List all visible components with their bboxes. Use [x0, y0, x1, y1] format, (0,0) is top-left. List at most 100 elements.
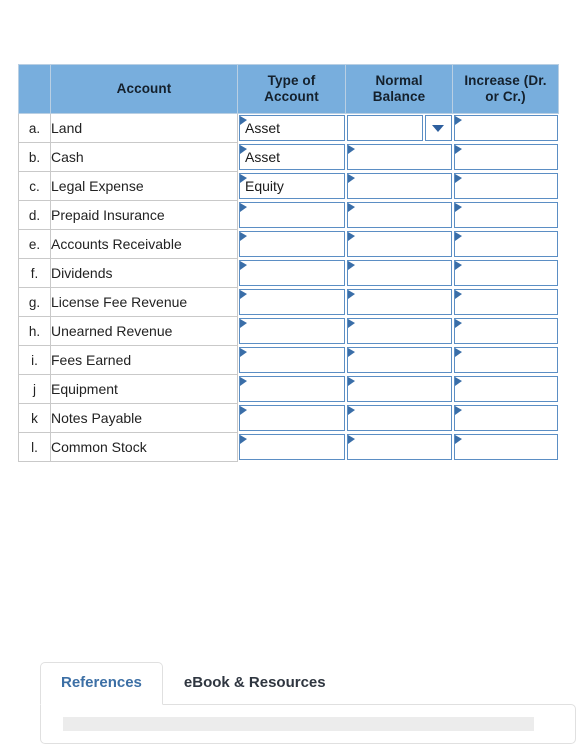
type-of-account-select[interactable]	[239, 202, 345, 228]
normal-balance-select[interactable]	[346, 289, 452, 315]
type-of-account-select[interactable]	[239, 347, 345, 373]
normal-balance-select[interactable]	[346, 347, 452, 373]
table-row: k Notes Payable	[18, 403, 559, 433]
normal-balance-cell	[346, 172, 453, 201]
type-of-account-select[interactable]: Asset	[239, 115, 345, 142]
normal-balance-cell	[346, 317, 453, 346]
increase-dr-cr-cell	[453, 346, 559, 375]
normal-balance-cell	[346, 114, 453, 143]
account-name-cell: Unearned Revenue	[50, 316, 238, 346]
normal-balance-select[interactable]	[346, 144, 452, 170]
row-label: a.	[18, 113, 51, 143]
header-line-2: Balance	[372, 89, 426, 104]
type-of-account-select[interactable]	[239, 318, 345, 344]
increase-dr-cr-select[interactable]	[453, 376, 558, 402]
header-cell-increase: Increase (Dr. or Cr.)	[452, 64, 559, 114]
account-name-cell: Accounts Receivable	[50, 229, 238, 259]
type-of-account-cell	[238, 404, 346, 433]
account-name-cell: Equipment	[50, 374, 238, 404]
normal-balance-select[interactable]	[346, 231, 452, 257]
normal-balance-select[interactable]	[346, 318, 452, 344]
increase-dr-cr-select[interactable]	[453, 405, 558, 431]
table-row: g. License Fee Revenue	[18, 287, 559, 317]
table-row: e. Accounts Receivable	[18, 229, 559, 259]
increase-dr-cr-select[interactable]	[453, 115, 558, 142]
header-line-1: Increase (Dr.	[464, 73, 547, 89]
increase-dr-cr-select[interactable]	[453, 144, 558, 170]
account-name-cell: Prepaid Insurance	[50, 200, 238, 230]
table-row: j Equipment	[18, 374, 559, 404]
tab-references[interactable]: References	[40, 662, 163, 705]
type-of-account-select[interactable]: Asset	[239, 144, 345, 170]
normal-balance-select[interactable]	[346, 115, 452, 142]
header-line-1: Type of	[267, 73, 316, 89]
increase-dr-cr-select[interactable]	[453, 318, 558, 344]
type-of-account-cell	[238, 375, 346, 404]
normal-balance-cell	[346, 143, 453, 172]
header-line-2: or Cr.)	[485, 89, 526, 104]
caret-glyph	[432, 124, 444, 132]
table-row: l. Common Stock	[18, 432, 559, 462]
type-of-account-select[interactable]	[239, 231, 345, 257]
type-of-account-cell	[238, 259, 346, 288]
type-of-account-value: Asset	[245, 149, 281, 165]
chevron-down-icon[interactable]	[424, 115, 452, 142]
type-of-account-select[interactable]	[239, 260, 345, 286]
row-label: j	[18, 374, 51, 404]
increase-dr-cr-select[interactable]	[453, 289, 558, 315]
normal-balance-select[interactable]	[346, 260, 452, 286]
normal-balance-select[interactable]	[346, 434, 452, 460]
increase-dr-cr-select[interactable]	[453, 434, 558, 460]
type-of-account-value: Asset	[245, 120, 281, 137]
row-label: c.	[18, 171, 51, 201]
type-of-account-cell	[238, 346, 346, 375]
normal-balance-select[interactable]	[346, 405, 452, 431]
type-of-account-select[interactable]	[239, 289, 345, 315]
increase-dr-cr-select[interactable]	[453, 260, 558, 286]
increase-dr-cr-cell	[453, 143, 559, 172]
header-row: Account Type of Account Normal Balance I…	[18, 64, 559, 114]
type-of-account-cell	[238, 230, 346, 259]
normal-balance-select[interactable]	[346, 376, 452, 402]
table-row: i. Fees Earned	[18, 345, 559, 375]
header-cell-account: Account	[50, 64, 238, 114]
increase-dr-cr-select[interactable]	[453, 231, 558, 257]
row-label: g.	[18, 287, 51, 317]
normal-balance-select[interactable]	[346, 202, 452, 228]
increase-dr-cr-cell	[453, 288, 559, 317]
account-classification-table: Account Type of Account Normal Balance I…	[18, 64, 559, 462]
header-line-1: Normal	[375, 73, 423, 89]
table-row: c. Legal Expense Equity	[18, 171, 559, 201]
tabstrip: References eBook & Resources	[40, 662, 576, 705]
table-row: b. Cash Asset	[18, 142, 559, 172]
table-row: h. Unearned Revenue	[18, 316, 559, 346]
type-of-account-select[interactable]	[239, 376, 345, 402]
type-of-account-select[interactable]	[239, 405, 345, 431]
table-row: f. Dividends	[18, 258, 559, 288]
account-name-cell: Dividends	[50, 258, 238, 288]
bottom-tabs-area: References eBook & Resources	[40, 662, 576, 744]
increase-dr-cr-select[interactable]	[453, 347, 558, 373]
normal-balance-cell	[346, 288, 453, 317]
increase-dr-cr-cell	[453, 172, 559, 201]
increase-dr-cr-select[interactable]	[453, 173, 558, 199]
account-name-cell: Land	[50, 113, 238, 143]
type-of-account-cell	[238, 433, 346, 462]
row-label: d.	[18, 200, 51, 230]
tab-ebook-resources[interactable]: eBook & Resources	[163, 662, 347, 705]
normal-balance-select[interactable]	[346, 173, 452, 199]
row-label: b.	[18, 142, 51, 172]
normal-balance-cell	[346, 259, 453, 288]
row-label: e.	[18, 229, 51, 259]
increase-dr-cr-select[interactable]	[453, 202, 558, 228]
increase-dr-cr-cell	[453, 259, 559, 288]
type-of-account-cell	[238, 288, 346, 317]
normal-balance-value[interactable]	[346, 115, 423, 142]
type-of-account-cell	[238, 317, 346, 346]
row-label: l.	[18, 432, 51, 462]
header-cell-normal-balance: Normal Balance	[345, 64, 453, 114]
type-of-account-select[interactable]	[239, 434, 345, 460]
row-label: h.	[18, 316, 51, 346]
type-of-account-select[interactable]: Equity	[239, 173, 345, 199]
table-row: a. Land Asset	[18, 113, 559, 143]
